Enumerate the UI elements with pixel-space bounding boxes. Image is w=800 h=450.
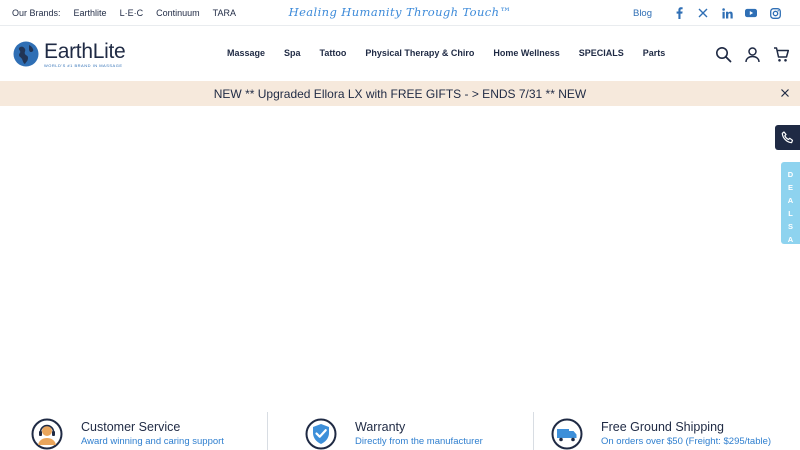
shield-check-icon	[305, 418, 337, 450]
blog-link[interactable]: Blog	[633, 8, 652, 19]
feature-subtitle: Directly from the manufacturer	[355, 436, 483, 447]
feature-title: Warranty	[355, 420, 406, 434]
globe-logo-icon	[13, 41, 39, 67]
cart-icon[interactable]	[773, 46, 790, 63]
feature-warranty: Warranty Directly from the manufacturer	[305, 418, 483, 450]
logo[interactable]: EarthLite WORLD'S #1 BRAND IN MASSAGE	[13, 40, 143, 68]
promo-text[interactable]: NEW ** Upgraded Ellora LX with FREE GIFT…	[0, 87, 800, 101]
nav-item-specials[interactable]: SPECIALS	[579, 48, 624, 58]
logo-subtitle: WORLD'S #1 BRAND IN MASSAGE	[44, 62, 123, 68]
nav-item-spa[interactable]: Spa	[284, 48, 301, 58]
logo-wordmark: EarthLite	[44, 39, 126, 63]
deals-tab-letter: E	[787, 183, 793, 192]
nav-item-physical-therapy[interactable]: Physical Therapy & Chiro	[365, 48, 474, 58]
deals-tab-letter: L	[788, 209, 793, 218]
linkedin-icon[interactable]	[721, 7, 733, 19]
deals-tab-letter: D	[787, 170, 794, 179]
feature-free-shipping: Free Ground Shipping On orders over $50 …	[551, 418, 771, 450]
nav-item-tattoo[interactable]: Tattoo	[320, 48, 347, 58]
account-icon[interactable]	[744, 46, 761, 63]
close-icon[interactable]	[780, 88, 790, 98]
feature-divider	[267, 412, 268, 450]
search-icon[interactable]	[715, 46, 732, 63]
feature-title: Customer Service	[81, 420, 181, 434]
promo-banner[interactable]: NEW ** Upgraded Ellora LX with FREE GIFT…	[0, 81, 800, 106]
feature-subtitle: On orders over $50 (Freight: $295/table)	[601, 436, 772, 447]
deals-tab-label: DEALSA	[781, 168, 800, 246]
x-twitter-icon[interactable]	[697, 7, 709, 19]
deals-tab-letter: A	[787, 235, 794, 244]
features-strip: Customer Service Award winning and carin…	[0, 410, 800, 450]
nav-item-massage[interactable]: Massage	[227, 48, 265, 58]
social-links: Blog	[633, 7, 786, 19]
top-utility-bar: Our Brands: Earthlite L·E·C Continuum TA…	[0, 0, 800, 26]
deals-tab-letter: S	[787, 222, 793, 231]
feature-title: Free Ground Shipping	[601, 420, 724, 434]
headset-icon	[31, 418, 63, 450]
main-nav: Massage Spa Tattoo Physical Therapy & Ch…	[227, 48, 684, 58]
nav-item-home-wellness[interactable]: Home Wellness	[493, 48, 559, 58]
header-actions	[715, 46, 790, 63]
youtube-icon[interactable]	[745, 7, 757, 19]
feature-divider	[533, 412, 534, 450]
feature-subtitle: Award winning and caring support	[81, 436, 224, 447]
phone-contact-tab[interactable]	[775, 125, 800, 150]
nav-item-parts[interactable]: Parts	[643, 48, 666, 58]
facebook-icon[interactable]	[673, 7, 685, 19]
phone-icon	[781, 131, 794, 144]
instagram-icon[interactable]	[769, 7, 781, 19]
feature-customer-service: Customer Service Award winning and carin…	[31, 418, 224, 450]
deals-side-tab[interactable]: DEALSA	[781, 162, 800, 244]
truck-icon	[551, 418, 583, 450]
main-header: EarthLite WORLD'S #1 BRAND IN MASSAGE Ma…	[0, 27, 800, 81]
deals-tab-letter: A	[787, 196, 794, 205]
